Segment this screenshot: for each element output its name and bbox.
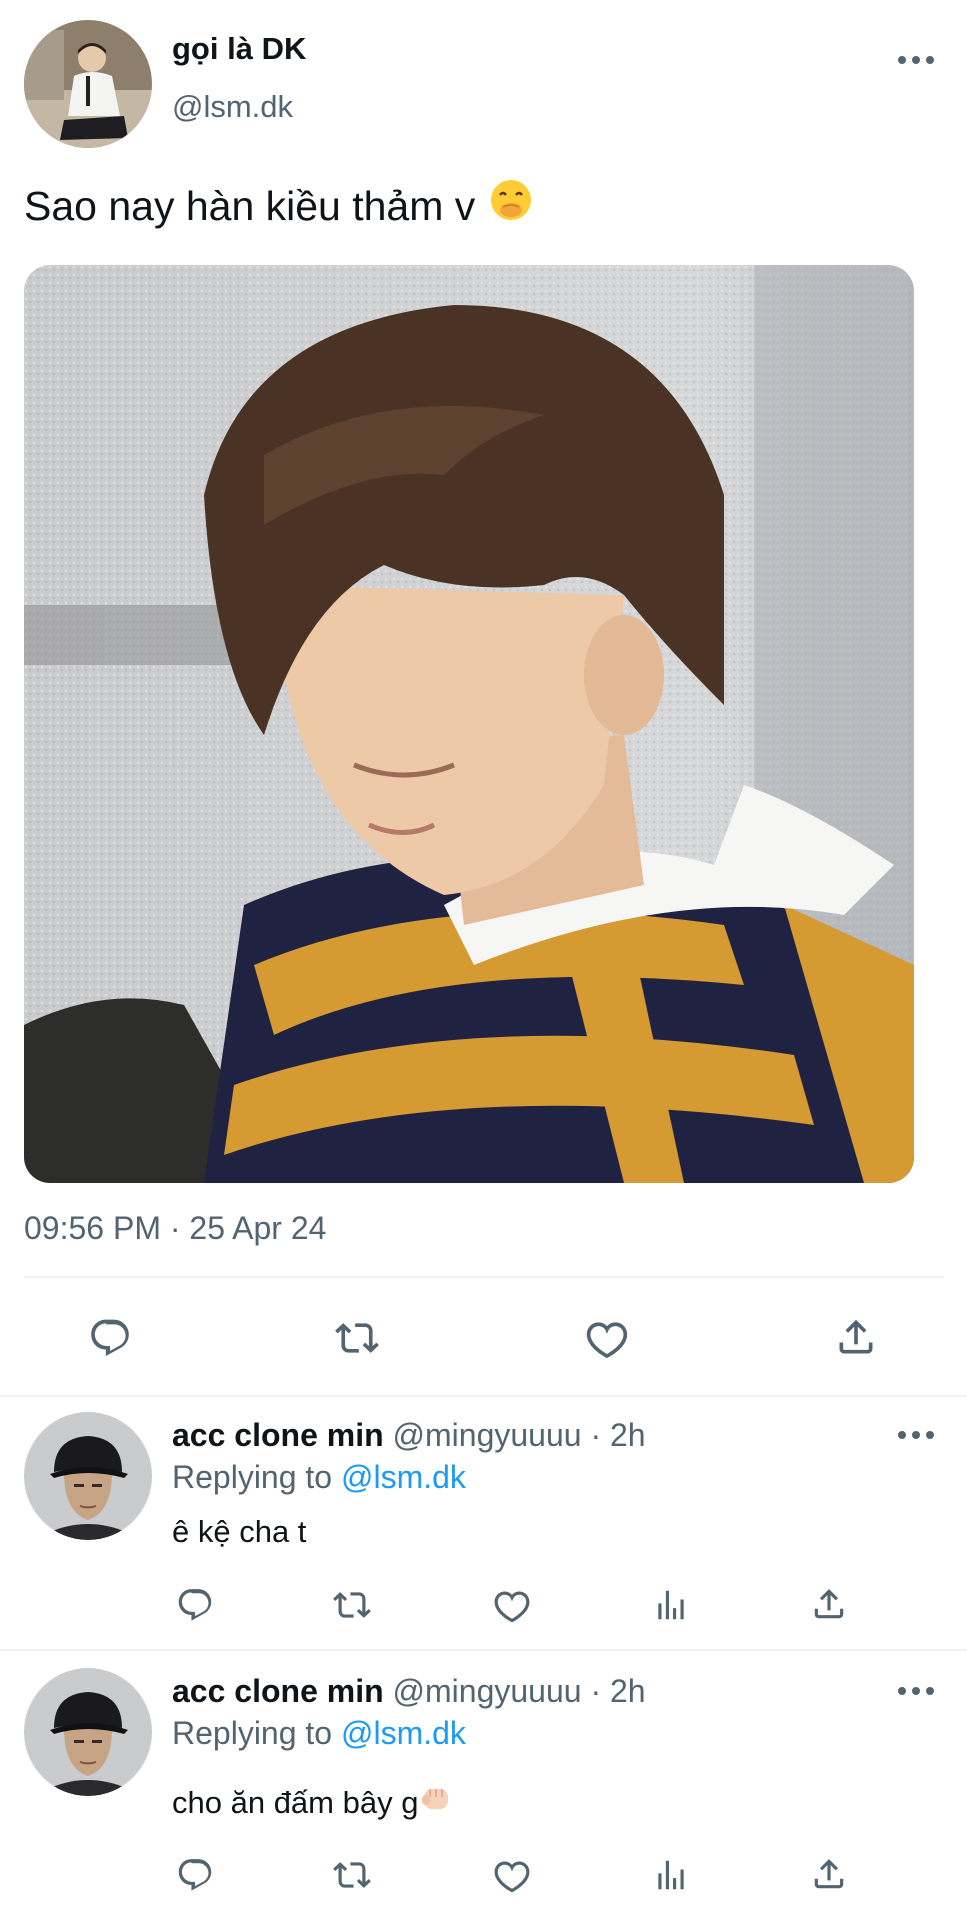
retweet-button[interactable] <box>334 1316 380 1360</box>
share-icon <box>839 1319 873 1354</box>
more-options-button[interactable] <box>898 1428 934 1442</box>
author-handle[interactable]: @lsm.dk <box>172 88 293 126</box>
retweet-icon <box>333 1592 371 1618</box>
divider <box>0 1649 967 1651</box>
more-options-button[interactable] <box>898 1684 934 1698</box>
share-icon <box>814 1859 844 1889</box>
divider <box>24 1276 944 1278</box>
face-with-hand-over-mouth-emoji-icon <box>489 178 533 233</box>
more-dot-icon <box>898 1431 906 1439</box>
reply-text: ê kệ cha t <box>172 1514 307 1549</box>
divider <box>0 1395 967 1397</box>
replying-to-line: Replying to @lsm.dk <box>172 1713 466 1753</box>
author-avatar[interactable] <box>24 20 152 148</box>
like-button[interactable] <box>492 1856 532 1894</box>
analytics-button[interactable] <box>652 1586 690 1624</box>
replying-to-handle-link[interactable]: @lsm.dk <box>341 1459 466 1495</box>
reply-text: cho ăn đấm bây g <box>172 1785 419 1820</box>
more-dot-icon <box>912 1431 920 1439</box>
like-button[interactable] <box>492 1586 532 1624</box>
reply-time[interactable]: · 2h <box>590 1417 645 1453</box>
reply-author-avatar[interactable] <box>24 1412 152 1540</box>
tweet-text: Sao nay hàn kiều thảm v <box>24 182 476 229</box>
reply-button[interactable] <box>176 1856 214 1894</box>
analytics-icon <box>658 1860 684 1890</box>
fist-emoji-icon <box>420 1781 454 1825</box>
like-button[interactable] <box>584 1316 630 1360</box>
reply-time[interactable]: · 2h <box>590 1673 645 1709</box>
replying-to-line: Replying to @lsm.dk <box>172 1457 466 1497</box>
reply-text-row: cho ăn đấm bây g <box>172 1781 454 1825</box>
analytics-button[interactable] <box>652 1856 690 1894</box>
retweet-button[interactable] <box>332 1856 372 1894</box>
share-button[interactable] <box>834 1314 878 1360</box>
author-display-name[interactable]: gọi là DK <box>172 30 306 68</box>
more-dot-icon <box>898 1687 906 1695</box>
replying-to-handle-link[interactable]: @lsm.dk <box>341 1715 466 1751</box>
reply-button[interactable] <box>88 1316 132 1360</box>
tweet-timestamp[interactable]: 09:56 PM · 25 Apr 24 <box>24 1208 326 1248</box>
share-button[interactable] <box>810 1584 848 1624</box>
share-icon <box>814 1589 844 1619</box>
reply-button[interactable] <box>176 1586 214 1624</box>
tweet-text-row: Sao nay hàn kiều thảm v <box>24 178 533 233</box>
reply-icon <box>91 1319 129 1357</box>
more-dot-icon <box>898 56 906 64</box>
more-dot-icon <box>926 1687 934 1695</box>
replying-to-label: Replying to <box>172 1715 333 1751</box>
analytics-icon <box>658 1590 684 1620</box>
like-icon <box>494 1861 530 1893</box>
more-dot-icon <box>912 1687 920 1695</box>
reply-icon <box>178 1859 212 1891</box>
like-icon <box>494 1591 530 1623</box>
replying-to-label: Replying to <box>172 1459 333 1495</box>
reply-handle[interactable]: @mingyuuuu <box>393 1673 582 1709</box>
reply-handle[interactable]: @mingyuuuu <box>393 1417 582 1453</box>
tweet-photo[interactable] <box>24 265 914 1183</box>
reply-author-avatar[interactable] <box>24 1668 152 1796</box>
like-icon <box>586 1322 628 1359</box>
more-dot-icon <box>926 56 934 64</box>
reply-icon <box>178 1589 212 1621</box>
retweet-icon <box>335 1323 379 1353</box>
reply-display-name[interactable]: acc clone min <box>172 1417 384 1453</box>
reply-header: acc clone min @mingyuuuu · 2h <box>172 1671 646 1711</box>
reply-header: acc clone min @mingyuuuu · 2h <box>172 1415 646 1455</box>
more-dot-icon <box>926 1431 934 1439</box>
retweet-icon <box>333 1862 371 1888</box>
retweet-button[interactable] <box>332 1586 372 1624</box>
more-dot-icon <box>912 56 920 64</box>
reply-display-name[interactable]: acc clone min <box>172 1673 384 1709</box>
share-button[interactable] <box>810 1854 848 1894</box>
more-options-button[interactable] <box>898 53 934 67</box>
